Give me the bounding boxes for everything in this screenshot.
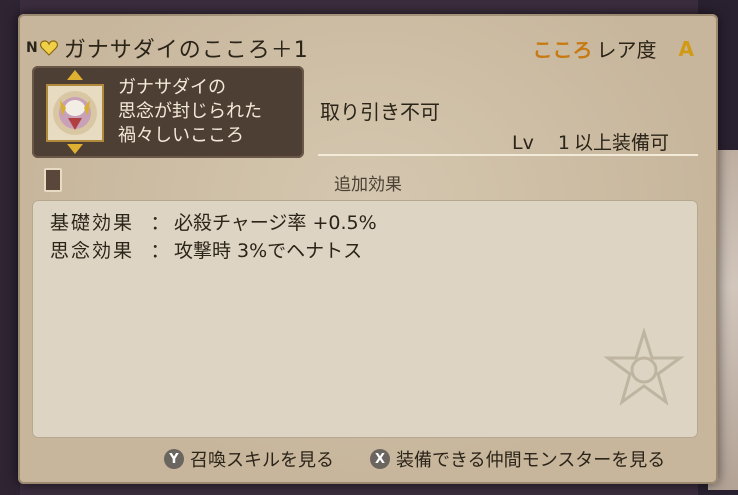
trade-status: 取り引き不可: [320, 100, 440, 124]
level-label: Lv: [512, 132, 534, 154]
background-left: [0, 0, 20, 495]
description-box: ガナサダイの 思念が封じられた 禍々しいこころ: [32, 66, 304, 158]
arrow-up-icon[interactable]: [67, 70, 83, 80]
effect-label: 思念効果: [50, 240, 135, 262]
description-text: ガナサダイの 思念が封じられた 禍々しいこころ: [118, 77, 262, 146]
item-title: ガナサダイのこころ＋1: [63, 38, 309, 63]
rarity-word: こころ: [532, 38, 593, 62]
view-summon-skill-button[interactable]: Y 召喚スキルを見る: [164, 446, 334, 472]
rarity-grade: A: [678, 36, 694, 61]
footer: Y 召喚スキルを見る X 装備できる仲間モンスターを見る: [18, 444, 718, 471]
rank-label: N: [26, 40, 38, 56]
divider: [318, 154, 698, 156]
bonus-header: 追加効果: [334, 175, 402, 195]
effect-colon: ：: [150, 212, 170, 234]
effect-value: 攻撃時 3%でヘナトス: [174, 240, 363, 262]
level-requirement: Lv 1 以上装備可: [512, 128, 669, 155]
level-suffix: 以上装備可: [573, 132, 669, 154]
x-button-icon: X: [370, 449, 390, 469]
arrow-down-icon[interactable]: [67, 144, 83, 154]
rarity-block: こころ レア度 A: [533, 34, 694, 63]
y-button-icon: Y: [164, 449, 184, 469]
effects-box: 基礎効果 ： 必殺チャージ率 +0.5% 思念効果 ： 攻撃時 3%でヘナトス: [32, 200, 698, 438]
rarity-label: レア度: [596, 38, 657, 62]
title-row: N ガナサダイのこころ＋1: [26, 32, 309, 64]
effect-value: 必殺チャージ率 +0.5%: [174, 212, 377, 234]
button-label: 装備できる仲間モンスターを見る: [396, 450, 666, 471]
effect-label: 基礎効果: [50, 212, 135, 234]
view-equippable-monsters-button[interactable]: X 装備できる仲間モンスターを見る: [370, 446, 665, 472]
effect-colon: ：: [150, 240, 170, 262]
button-label: 召喚スキルを見る: [190, 450, 334, 471]
level-value: 1: [557, 132, 570, 154]
effect-row: 思念効果 ： 攻撃時 3%でヘナトス: [50, 236, 362, 263]
effect-row: 基礎効果 ： 必殺チャージ率 +0.5%: [50, 208, 377, 235]
emblem-icon: [604, 328, 684, 406]
kokoro-detail-panel: N ガナサダイのこころ＋1 こころ レア度 A ガナサダイの 思念が封じられた …: [18, 14, 718, 484]
heart-icon: [39, 40, 58, 56]
portrait-icon: [46, 84, 104, 142]
